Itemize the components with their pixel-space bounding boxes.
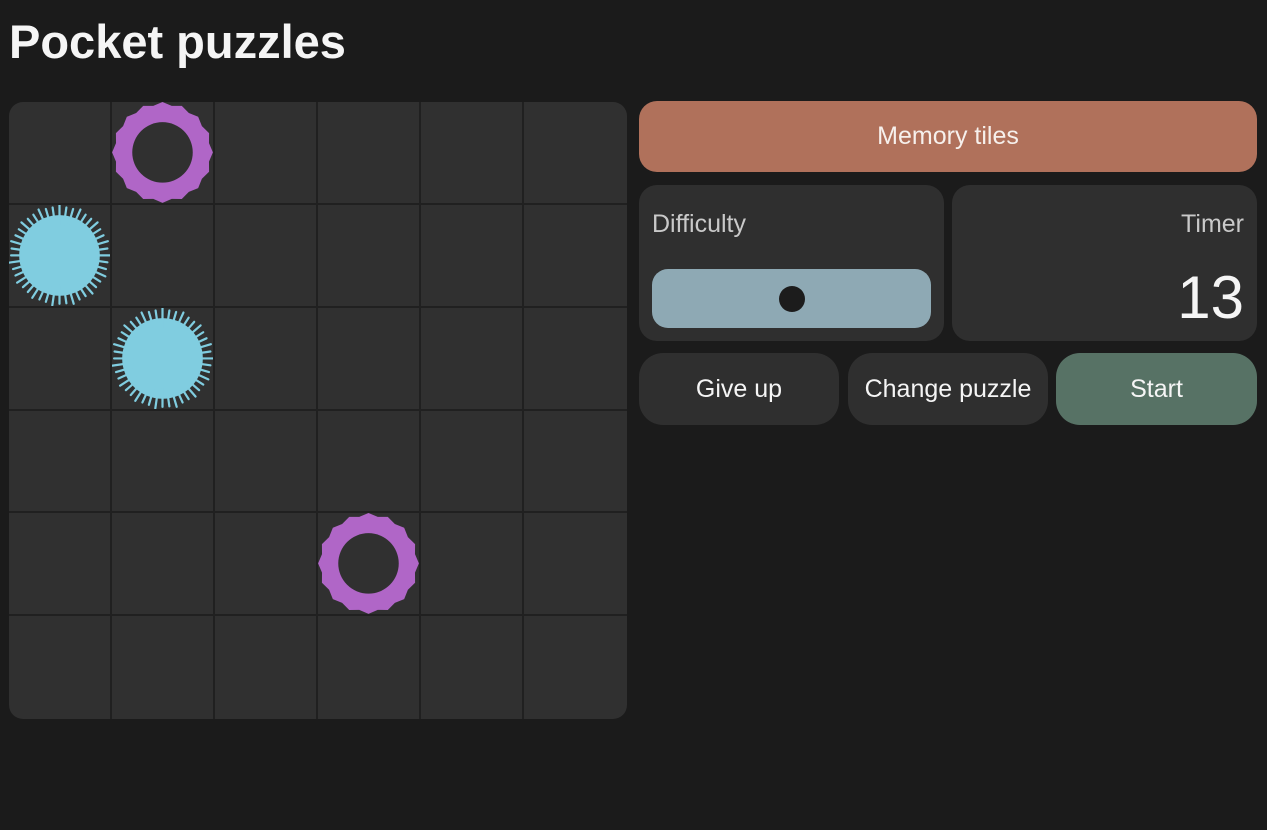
ring-icon (112, 102, 213, 203)
grid-cell[interactable] (112, 616, 215, 719)
grid-cell[interactable] (524, 616, 627, 719)
grid-cell[interactable] (318, 204, 421, 308)
grid-cell[interactable] (421, 204, 524, 308)
grid-cell[interactable] (318, 410, 421, 514)
grid-cell[interactable] (318, 616, 421, 719)
grid-cell[interactable] (9, 307, 112, 411)
grid-cell[interactable] (215, 204, 318, 308)
grid-cell[interactable] (9, 102, 112, 205)
grid-cell[interactable] (318, 513, 421, 617)
grid-cell[interactable] (318, 102, 421, 205)
grid-cell[interactable] (112, 410, 215, 514)
page-title: Pocket puzzles (9, 15, 346, 68)
burst-icon (112, 307, 213, 409)
grid-cell[interactable] (421, 307, 524, 411)
grid-cell[interactable] (421, 410, 524, 514)
grid-cell[interactable] (112, 513, 215, 617)
puzzle-board (9, 102, 627, 719)
difficulty-card: Difficulty (639, 185, 944, 341)
grid-cell[interactable] (215, 513, 318, 617)
grid-cell[interactable] (524, 411, 627, 514)
grid-cell[interactable] (421, 513, 524, 617)
grid-cell[interactable] (421, 102, 524, 205)
timer-card: Timer 13 (952, 185, 1257, 341)
grid-cell[interactable] (215, 410, 318, 514)
timer-value: 13 (1177, 264, 1244, 331)
grid-cell[interactable] (524, 205, 627, 308)
grid-cell[interactable] (112, 204, 215, 308)
grid-cell[interactable] (421, 616, 524, 719)
puzzle-name-banner: Memory tiles (639, 101, 1257, 172)
burst-icon (9, 204, 110, 306)
change-puzzle-button[interactable]: Change puzzle (848, 353, 1048, 425)
timer-label: Timer (1181, 210, 1244, 238)
grid-cell[interactable] (9, 204, 112, 308)
difficulty-slider[interactable] (652, 269, 931, 328)
difficulty-slider-knob[interactable] (778, 286, 805, 312)
grid-cell[interactable] (215, 307, 318, 411)
grid-cell[interactable] (9, 410, 112, 514)
grid-cell[interactable] (318, 307, 421, 411)
grid-cell[interactable] (524, 102, 627, 205)
start-button[interactable]: Start (1056, 353, 1257, 425)
difficulty-label: Difficulty (652, 210, 747, 238)
grid-cell[interactable] (112, 102, 215, 205)
grid-cell[interactable] (215, 616, 318, 719)
grid-cell[interactable] (524, 308, 627, 411)
ring-icon (318, 513, 419, 615)
grid-cell[interactable] (112, 307, 215, 411)
grid-cell[interactable] (215, 102, 318, 205)
give-up-button[interactable]: Give up (639, 353, 839, 425)
grid-cell[interactable] (9, 616, 112, 719)
grid-cell[interactable] (524, 513, 627, 617)
grid-cell[interactable] (9, 513, 112, 617)
